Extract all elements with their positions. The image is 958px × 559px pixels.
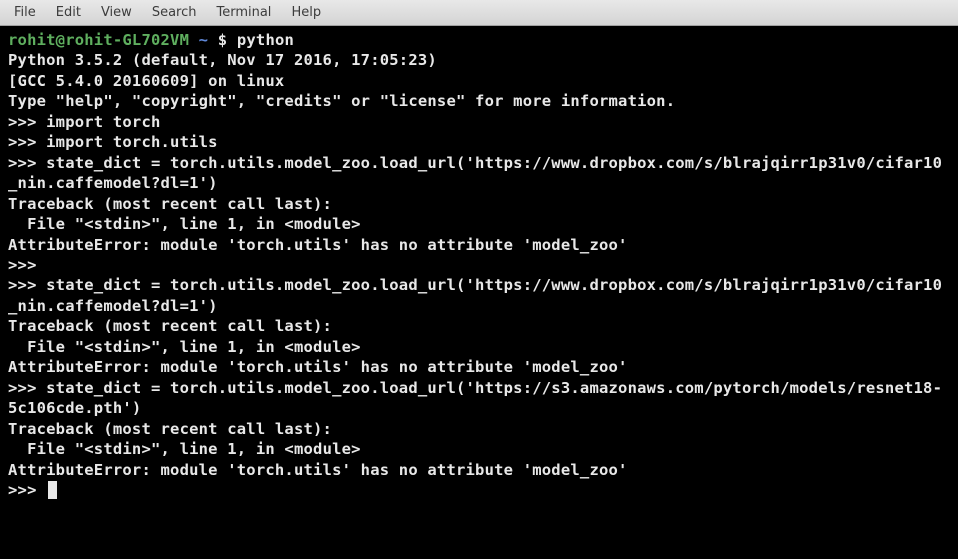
terminal-output: >>> import torch	[8, 112, 950, 132]
prompt-dollar: $	[218, 31, 228, 49]
terminal-output: [GCC 5.4.0 20160609] on linux	[8, 71, 950, 91]
terminal-output: File "<stdin>", line 1, in <module>	[8, 439, 950, 459]
terminal-output: >>> state_dict = torch.utils.model_zoo.l…	[8, 153, 950, 194]
menu-search[interactable]: Search	[142, 2, 207, 23]
cursor	[48, 481, 57, 499]
terminal-output: >>> state_dict = torch.utils.model_zoo.l…	[8, 378, 950, 419]
menu-edit[interactable]: Edit	[46, 2, 91, 23]
menubar: File Edit View Search Terminal Help	[0, 0, 958, 26]
terminal-output: >>> import torch.utils	[8, 132, 950, 152]
terminal-output: AttributeError: module 'torch.utils' has…	[8, 460, 950, 480]
terminal-output: Traceback (most recent call last):	[8, 316, 950, 336]
repl-prompt: >>>	[8, 481, 46, 499]
terminal-output: Traceback (most recent call last):	[8, 194, 950, 214]
menu-help[interactable]: Help	[281, 2, 331, 23]
prompt-user-host: rohit@rohit-GL702VM	[8, 31, 189, 49]
terminal-output: Traceback (most recent call last):	[8, 419, 950, 439]
prompt-path: ~	[199, 31, 209, 49]
menu-view[interactable]: View	[91, 2, 142, 23]
terminal-output: File "<stdin>", line 1, in <module>	[8, 337, 950, 357]
terminal-output: AttributeError: module 'torch.utils' has…	[8, 235, 950, 255]
terminal-area[interactable]: rohit@rohit-GL702VM ~ $ python Python 3.…	[0, 26, 958, 559]
prompt-line: rohit@rohit-GL702VM ~ $ python	[8, 30, 950, 50]
terminal-output: Python 3.5.2 (default, Nov 17 2016, 17:0…	[8, 50, 950, 70]
terminal-output: Type "help", "copyright", "credits" or "…	[8, 91, 950, 111]
terminal-current-line: >>>	[8, 480, 950, 500]
menu-terminal[interactable]: Terminal	[206, 2, 281, 23]
terminal-output: AttributeError: module 'torch.utils' has…	[8, 357, 950, 377]
terminal-output: >>> state_dict = torch.utils.model_zoo.l…	[8, 275, 950, 316]
terminal-output: >>>	[8, 255, 950, 275]
menu-file[interactable]: File	[4, 2, 46, 23]
terminal-output: File "<stdin>", line 1, in <module>	[8, 214, 950, 234]
prompt-command: python	[237, 31, 294, 49]
